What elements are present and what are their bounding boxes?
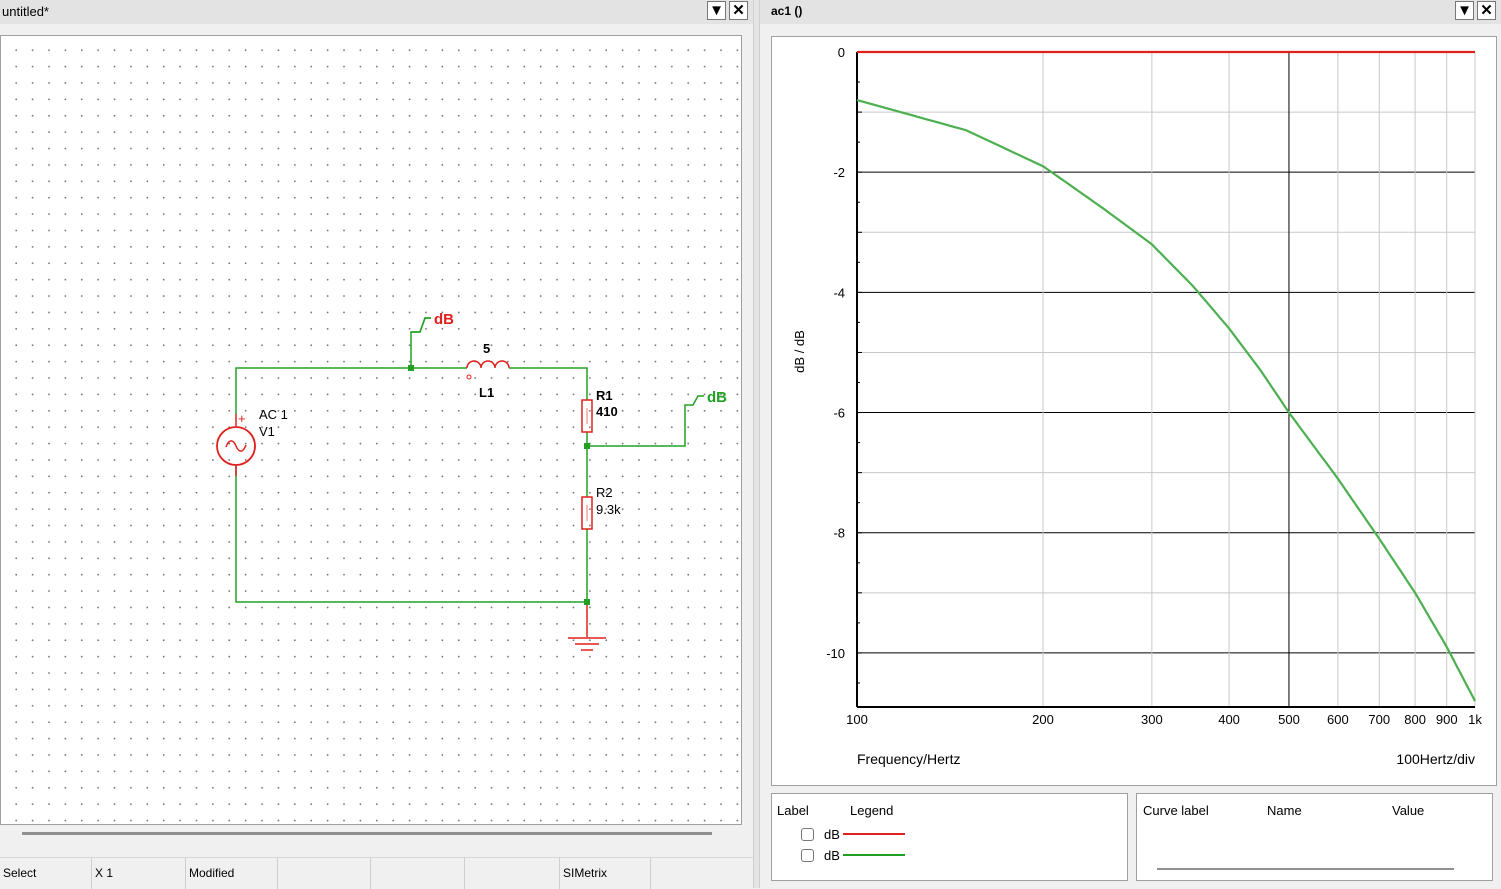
voltage-source-v1[interactable]: + AC 1 V1 — [216, 407, 288, 476]
source-name: V1 — [259, 424, 275, 439]
x-tick-label: 1k — [1468, 712, 1482, 727]
legend-label: dB — [824, 847, 840, 863]
cursor-header-curve-label: Curve label — [1143, 803, 1209, 818]
status-modified: Modified — [186, 858, 278, 889]
legend-checkbox[interactable] — [801, 848, 814, 862]
legend-header-legend: Legend — [850, 803, 894, 818]
status-app: SIMetrix — [560, 858, 651, 889]
legend-label: dB — [824, 826, 840, 842]
status-empty — [371, 858, 465, 889]
cursor-table-panel: Curve label Name Value — [1136, 793, 1493, 881]
inductor-value: 5 — [483, 341, 490, 356]
inductor-name: L1 — [479, 385, 494, 400]
x-scale-label: 100Hertz/div — [1396, 751, 1475, 767]
y-tick-label: 0 — [838, 45, 845, 60]
r1-name: R1 — [596, 388, 613, 403]
y-axis-label: dB / dB — [792, 330, 807, 373]
ground-symbol[interactable] — [568, 605, 606, 651]
legend-swatch — [842, 854, 905, 856]
legend-swatch — [842, 833, 905, 835]
source-plus: + — [238, 411, 246, 426]
y-tick-label: -4 — [833, 285, 845, 300]
graph-window: ac1 () ▼ ✕ 0 -2 -4 -6 -8 -10 100 200 300 400 500 60… — [760, 0, 1501, 888]
series-line-green[interactable] — [856, 99, 1476, 702]
cursor-table-scrollbar[interactable] — [1157, 868, 1454, 870]
x-tick-label: 700 — [1368, 712, 1390, 727]
legend-item[interactable]: dB — [801, 847, 905, 863]
cursor-header-name: Name — [1267, 803, 1302, 818]
wire-top-right[interactable] — [509, 367, 588, 400]
schematic-drawing: dB dB + AC 1 V1 5 L1 R1 410 R2 9.3k — [216, 311, 727, 651]
legend-checkbox[interactable] — [801, 827, 814, 841]
source-value: AC 1 — [259, 407, 288, 422]
wire-bottom[interactable] — [235, 466, 588, 603]
status-empty — [278, 858, 371, 889]
inductor-l1[interactable]: 5 L1 — [466, 341, 510, 400]
y-tick-label: -2 — [833, 165, 845, 180]
junction-dot — [408, 365, 414, 371]
probe-db-red[interactable]: dB — [411, 311, 454, 333]
tick-labels: 0 -2 -4 -6 -8 -10 100 200 300 400 500 600 700 800 900 1… — [826, 45, 1482, 727]
r2-value: 9.3k — [596, 502, 621, 517]
probe-label: dB — [434, 311, 454, 328]
x-tick-label: 600 — [1327, 712, 1349, 727]
legend-item[interactable]: dB — [801, 826, 905, 842]
r2-name: R2 — [596, 485, 613, 500]
grid-lines — [856, 51, 1476, 707]
chart-svg: 0 -2 -4 -6 -8 -10 100 200 300 400 500 600 700 800 900 1… — [792, 45, 1482, 767]
cursor-header-value: Value — [1392, 803, 1425, 818]
inductor-dot-icon — [466, 374, 472, 380]
wire-probe1[interactable] — [410, 317, 431, 368]
inductor-coil-icon — [466, 360, 510, 369]
x-tick-label: 300 — [1141, 712, 1163, 727]
probe-label: dB — [707, 389, 727, 406]
legend-header-label: Label — [777, 803, 809, 818]
x-axis-label: Frequency/Hertz — [857, 751, 960, 767]
legend-panel: Label Legend dB dB — [771, 793, 1128, 881]
status-empty — [465, 858, 560, 889]
axes — [856, 51, 1475, 708]
r1-value: 410 — [596, 404, 618, 419]
scrollbar-thumb[interactable] — [22, 832, 712, 835]
x-tick-label: 800 — [1404, 712, 1426, 727]
resistor-r2[interactable]: R2 9.3k — [581, 485, 621, 530]
series — [856, 50, 1476, 702]
horizontal-scrollbar[interactable] — [0, 825, 742, 842]
y-tick-label: -6 — [833, 406, 845, 421]
y-tick-label: -10 — [826, 646, 845, 661]
junction-dot — [584, 443, 590, 449]
x-tick-label: 900 — [1436, 712, 1458, 727]
junction-dot — [584, 599, 590, 605]
status-mode: Select — [0, 858, 92, 889]
x-tick-label: 200 — [1032, 712, 1054, 727]
probe-db-green[interactable]: dB — [707, 389, 727, 406]
schematic-window: untitled* ▼ ✕ dB dB + AC 1 V1 5 L1 R1 41… — [0, 0, 753, 889]
status-zoom: X 1 — [92, 858, 186, 889]
x-tick-label: 400 — [1218, 712, 1240, 727]
x-tick-label: 500 — [1278, 712, 1300, 727]
y-tick-label: -8 — [833, 526, 845, 541]
wires — [235, 317, 704, 603]
window-splitter[interactable] — [753, 0, 760, 888]
sine-wave-icon — [225, 440, 247, 452]
x-tick-label: 100 — [846, 712, 868, 727]
status-bar: Select X 1 Modified SIMetrix — [0, 857, 753, 889]
